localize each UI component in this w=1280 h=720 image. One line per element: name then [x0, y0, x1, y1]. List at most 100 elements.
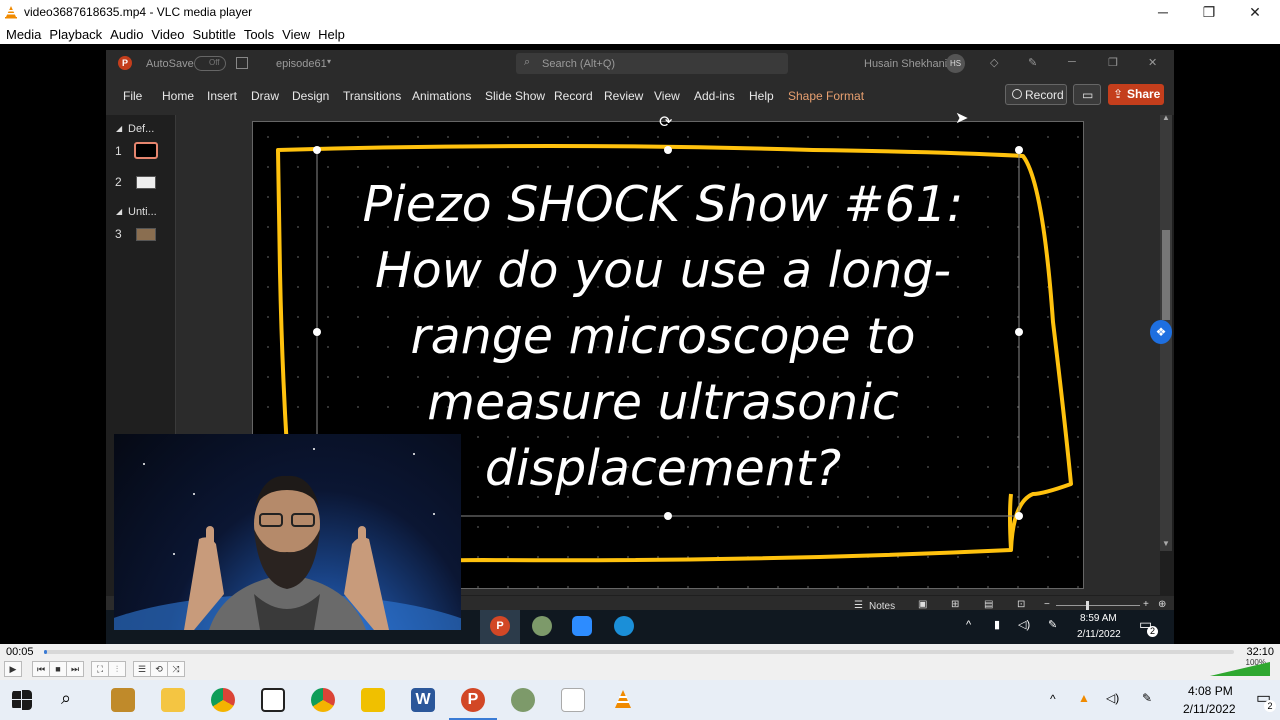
tab-design[interactable]: Design: [292, 89, 329, 103]
tab-record[interactable]: Record: [554, 89, 593, 103]
loop-icon: ⟲: [155, 663, 163, 674]
tab-add-ins[interactable]: Add-ins: [694, 89, 735, 103]
normal-view-icon[interactable]: ▣: [918, 599, 927, 610]
menu-view[interactable]: View: [282, 27, 310, 42]
menu-subtitle[interactable]: Subtitle: [192, 27, 235, 42]
close-button[interactable]: ✕: [1232, 0, 1278, 24]
speaker-icon[interactable]: ◁): [1106, 691, 1119, 705]
zoom-out-icon[interactable]: −: [1044, 599, 1050, 610]
menu-help[interactable]: Help: [318, 27, 345, 42]
tab-file[interactable]: File: [123, 89, 142, 103]
slideshow-icon[interactable]: ⊡: [1017, 599, 1025, 610]
tab-review[interactable]: Review: [604, 89, 643, 103]
word-icon[interactable]: W: [411, 688, 435, 712]
comments-button[interactable]: ▭: [1073, 84, 1101, 105]
notification-count: 2: [1264, 700, 1276, 712]
play-button[interactable]: ▶: [4, 661, 22, 677]
web-app-icon[interactable]: [511, 688, 535, 712]
fit-slide-icon[interactable]: ⊕: [1158, 599, 1166, 610]
zoom-slider[interactable]: [1056, 601, 1140, 610]
rotate-handle-icon[interactable]: ⟳: [659, 112, 672, 132]
vlc-tray-icon[interactable]: ▲: [1078, 691, 1090, 705]
scroll-thumb[interactable]: [1162, 230, 1170, 320]
section-collapse-icon[interactable]: ◢: [116, 207, 122, 216]
tab-view[interactable]: View: [654, 89, 680, 103]
chrome-profile-icon[interactable]: [311, 688, 335, 712]
pen-icon[interactable]: ✎: [1028, 56, 1037, 69]
record-button[interactable]: Record: [1005, 84, 1067, 105]
chrome-icon[interactable]: [211, 688, 235, 712]
filename[interactable]: episode61: [276, 58, 327, 70]
zoom-in-icon[interactable]: +: [1143, 599, 1149, 610]
shuffle-button[interactable]: ⤨: [167, 661, 185, 677]
menu-playback[interactable]: Playback: [49, 27, 102, 42]
fullscreen-button[interactable]: ⛶: [91, 661, 109, 677]
user-avatar[interactable]: HS: [946, 54, 965, 73]
seek-bar[interactable]: [44, 650, 1234, 654]
zoom-thumb[interactable]: [1086, 601, 1089, 610]
section-name[interactable]: Def...: [128, 123, 154, 135]
share-button[interactable]: ⇪ Share: [1108, 84, 1164, 105]
total-time: 32:10: [1246, 646, 1274, 658]
ppt-minimize-icon[interactable]: ─: [1068, 56, 1076, 68]
extended-settings-button[interactable]: ⫶: [108, 661, 126, 677]
webcam-overlay: [114, 434, 461, 630]
app-icon[interactable]: [111, 688, 135, 712]
pen-tray-icon[interactable]: ✎: [1142, 691, 1152, 705]
section-collapse-icon[interactable]: ◢: [116, 124, 122, 133]
windows-start-icon[interactable]: [12, 690, 32, 710]
recorded-notification-count: 2: [1147, 626, 1158, 637]
media-app-icon[interactable]: [361, 688, 385, 712]
scroll-down-icon[interactable]: ▼: [1162, 539, 1170, 548]
vlc-icon[interactable]: [611, 688, 635, 712]
maximize-button[interactable]: ❐: [1186, 0, 1232, 24]
seek-fill: [44, 650, 48, 654]
tab-help[interactable]: Help: [749, 89, 774, 103]
autosave-toggle[interactable]: Off: [194, 56, 226, 71]
loop-button[interactable]: ⟲: [150, 661, 168, 677]
volume-slider[interactable]: [1210, 662, 1270, 676]
save-icon[interactable]: [236, 57, 248, 69]
slide-thumbnail[interactable]: [134, 142, 158, 159]
reading-view-icon[interactable]: ▤: [984, 599, 993, 610]
tab-slide-show[interactable]: Slide Show: [485, 89, 545, 103]
scroll-up-icon[interactable]: ▲: [1162, 113, 1170, 122]
stop-button[interactable]: ■: [49, 661, 67, 677]
settings-sliders-icon: ⫶: [115, 663, 119, 674]
tab-animations[interactable]: Animations: [412, 89, 471, 103]
next-button[interactable]: ⏭: [66, 661, 84, 677]
minimize-button[interactable]: ─: [1140, 0, 1186, 24]
recorded-clock-date: 2/11/2022: [1077, 629, 1121, 640]
previous-button[interactable]: ⏮: [32, 661, 50, 677]
tab-transitions[interactable]: Transitions: [343, 89, 401, 103]
menu-tools[interactable]: Tools: [244, 27, 274, 42]
clock-time[interactable]: 4:08 PM: [1188, 684, 1233, 698]
tab-draw[interactable]: Draw: [251, 89, 279, 103]
ppt-close-icon[interactable]: ✕: [1148, 56, 1157, 69]
slide-number: 1: [115, 144, 122, 158]
search-icon[interactable]: ⌕: [61, 688, 85, 712]
menu-media[interactable]: Media: [6, 27, 41, 42]
tab-shape-format[interactable]: Shape Format: [788, 89, 864, 103]
filename-chevron-icon[interactable]: ▾: [327, 57, 331, 66]
file-explorer-icon[interactable]: [161, 688, 185, 712]
slide-thumbnail[interactable]: [136, 228, 156, 241]
tab-home[interactable]: Home: [162, 89, 194, 103]
menu-audio[interactable]: Audio: [110, 27, 143, 42]
stock-chart-app-icon[interactable]: [261, 688, 285, 712]
section-name[interactable]: Unti...: [128, 206, 157, 218]
video-surface[interactable]: P AutoSave Off episode61 ▾ ⌕ Search (Alt…: [0, 44, 1280, 644]
menu-video[interactable]: Video: [151, 27, 184, 42]
dropbox-icon[interactable]: ❖: [1150, 320, 1172, 344]
slide-thumbnail[interactable]: [136, 176, 156, 189]
playlist-button[interactable]: ☰: [133, 661, 151, 677]
tab-insert[interactable]: Insert: [207, 89, 237, 103]
search-box[interactable]: ⌕ Search (Alt+Q): [516, 53, 788, 74]
slide-sorter-icon[interactable]: ⊞: [951, 599, 959, 610]
diamond-icon[interactable]: ◇: [990, 56, 998, 69]
powerpoint-icon[interactable]: P: [449, 688, 497, 720]
paint-app-icon[interactable]: [561, 688, 585, 712]
ppt-restore-icon[interactable]: ❐: [1108, 56, 1118, 69]
tray-chevron-icon[interactable]: ^: [1050, 692, 1056, 706]
clock-date[interactable]: 2/11/2022: [1183, 702, 1236, 716]
